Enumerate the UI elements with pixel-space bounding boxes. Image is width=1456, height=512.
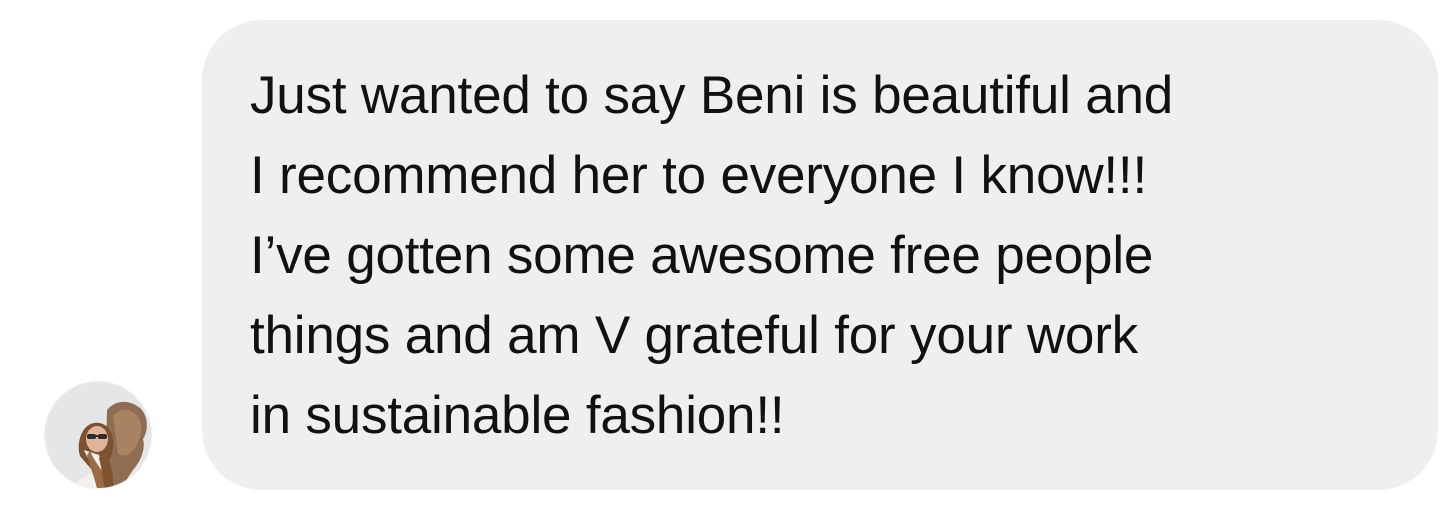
- message-line: I recommend her to everyone I know!!!: [250, 146, 1147, 205]
- message-line: Just wanted to say Beni is beautiful and: [250, 66, 1174, 125]
- message-line: things and am V grateful for your work: [250, 306, 1138, 365]
- message-line: in sustainable fashion!!: [250, 386, 785, 445]
- message-row: Just wanted to say Beni is beautiful and…: [0, 0, 1456, 512]
- avatar-photo-icon: [45, 382, 151, 488]
- message-line: I’ve gotten some awesome free people: [250, 226, 1154, 285]
- message-text: Just wanted to say Beni is beautiful and…: [250, 56, 1420, 456]
- sender-avatar[interactable]: [45, 382, 151, 488]
